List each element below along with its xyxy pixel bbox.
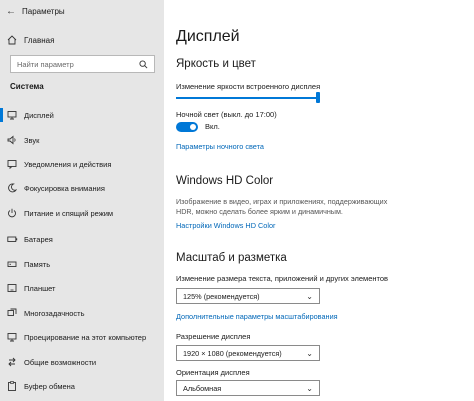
sidebar-item-sound[interactable]: Звук <box>0 130 164 150</box>
sidebar-item-label: Дисплей <box>24 110 54 120</box>
sidebar-item-label: Фокусировка внимания <box>24 183 105 193</box>
sidebar-item-label: Проецирование на этот компьютер <box>24 332 147 342</box>
multitasking-icon <box>0 308 24 318</box>
scale-dropdown[interactable]: 125% (рекомендуется) ⌄ <box>176 288 320 304</box>
sidebar-item-label: Уведомления и действия <box>24 159 112 169</box>
search-icon <box>139 59 148 69</box>
storage-icon <box>0 259 24 269</box>
sidebar: ← Параметры Главная Найти параметр Систе… <box>0 0 164 401</box>
shared-experiences-icon <box>0 357 24 367</box>
night-light-label: Ночной свет (выкл. до 17:00) <box>176 110 277 119</box>
sidebar-item-label: Буфер обмена <box>24 381 75 391</box>
chevron-down-icon: ⌄ <box>306 348 313 358</box>
home-icon <box>0 35 24 45</box>
brightness-slider-thumb[interactable] <box>316 92 320 103</box>
brightness-label: Изменение яркости встроенного дисплея <box>176 82 321 91</box>
battery-icon <box>0 234 24 244</box>
notifications-icon <box>0 159 24 169</box>
window-title: Параметры <box>22 6 65 16</box>
sidebar-item-clipboard[interactable]: Буфер обмена <box>0 376 164 396</box>
moon-icon <box>0 183 24 193</box>
brightness-heading: Яркость и цвет <box>176 58 256 70</box>
resolution-label: Разрешение дисплея <box>176 332 251 341</box>
orientation-value: Альбомная <box>183 383 222 393</box>
hd-color-description: Изображение в видео, играх и приложениях… <box>176 197 388 216</box>
sidebar-item-shared-experiences[interactable]: Общие возможности <box>0 352 164 372</box>
sidebar-home[interactable]: Главная <box>0 31 164 49</box>
sidebar-item-label: Общие возможности <box>24 357 97 367</box>
chevron-down-icon: ⌄ <box>306 291 313 301</box>
monitor-icon <box>0 110 24 120</box>
page-title: Дисплей <box>176 28 240 45</box>
chevron-down-icon: ⌄ <box>306 383 313 393</box>
power-icon <box>0 208 24 218</box>
sidebar-section-label: Система <box>10 82 44 91</box>
sidebar-item-focus-assist[interactable]: Фокусировка внимания <box>0 178 164 198</box>
orientation-dropdown[interactable]: Альбомная ⌄ <box>176 380 320 396</box>
brightness-slider-track[interactable] <box>176 97 319 99</box>
night-light-toggle[interactable] <box>176 122 198 132</box>
sidebar-item-battery[interactable]: Батарея <box>0 229 164 249</box>
orientation-label: Ориентация дисплея <box>176 368 250 377</box>
hd-color-settings-link[interactable]: Настройки Windows HD Color <box>176 221 275 230</box>
resolution-dropdown[interactable]: 1920 × 1080 (рекомендуется) ⌄ <box>176 345 320 361</box>
sidebar-item-label: Память <box>24 259 51 269</box>
sidebar-home-label: Главная <box>24 35 55 45</box>
sidebar-item-power[interactable]: Питание и спящий режим <box>0 203 164 223</box>
advanced-scaling-link[interactable]: Дополнительные параметры масштабирования <box>176 312 338 321</box>
sidebar-item-label: Питание и спящий режим <box>24 208 114 218</box>
speaker-icon <box>0 135 24 145</box>
sidebar-item-label: Планшет <box>24 283 56 293</box>
sidebar-item-label: Батарея <box>24 234 53 244</box>
projecting-icon <box>0 332 24 342</box>
resolution-value: 1920 × 1080 (рекомендуется) <box>183 348 282 358</box>
scale-label: Изменение размера текста, приложений и д… <box>176 274 389 283</box>
sidebar-item-multitasking[interactable]: Многозадачность <box>0 303 164 323</box>
hd-color-heading: Windows HD Color <box>176 175 274 187</box>
sidebar-item-label: Звук <box>24 135 40 145</box>
clipboard-icon <box>0 381 24 391</box>
night-light-settings-link[interactable]: Параметры ночного света <box>176 142 264 151</box>
search-placeholder: Найти параметр <box>17 59 74 69</box>
sidebar-item-display[interactable]: Дисплей <box>0 105 164 125</box>
sidebar-item-notifications[interactable]: Уведомления и действия <box>0 154 164 174</box>
tablet-icon <box>0 283 24 293</box>
main-content: Дисплей Яркость и цвет Изменение яркости… <box>164 0 474 401</box>
night-light-state: Вкл. <box>205 122 220 131</box>
back-arrow-icon[interactable]: ← <box>0 6 22 17</box>
sidebar-item-storage[interactable]: Память <box>0 254 164 274</box>
sidebar-item-projecting[interactable]: Проецирование на этот компьютер <box>0 327 164 347</box>
sidebar-item-label: Многозадачность <box>24 308 85 318</box>
scale-heading: Масштаб и разметка <box>176 252 287 264</box>
sidebar-item-tablet[interactable]: Планшет <box>0 278 164 298</box>
search-input[interactable]: Найти параметр <box>10 55 155 73</box>
scale-value: 125% (рекомендуется) <box>183 291 260 301</box>
title-bar: ← Параметры <box>0 0 164 22</box>
